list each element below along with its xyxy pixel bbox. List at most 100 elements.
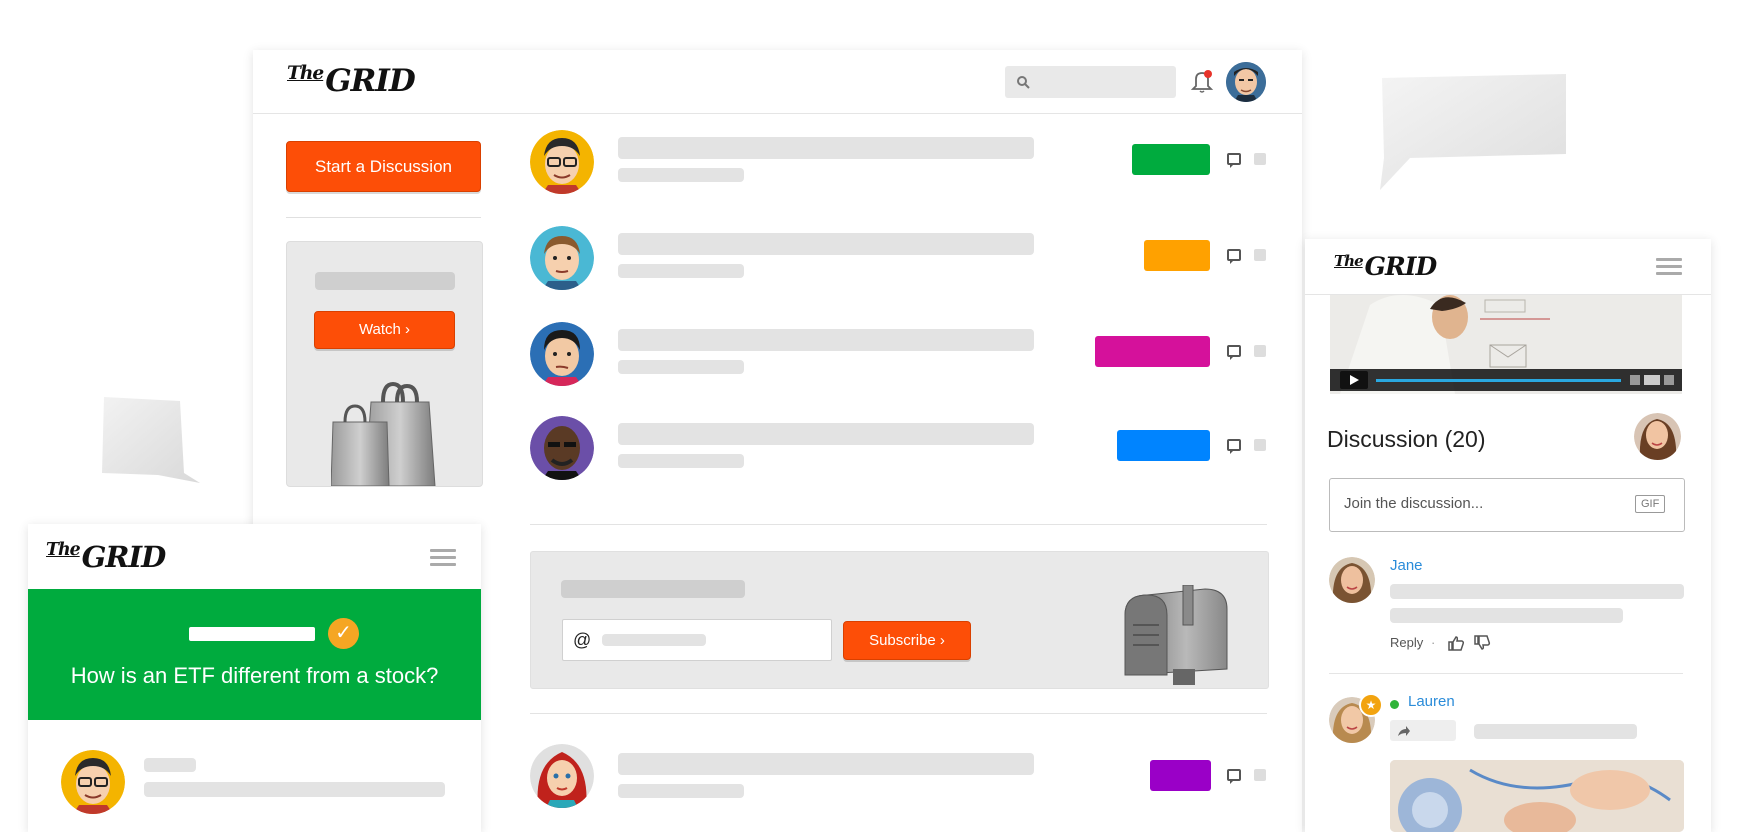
- comment: ★ Lauren: [1329, 693, 1684, 832]
- avatar: [530, 322, 594, 386]
- sidebar-divider: [286, 217, 481, 218]
- email-field[interactable]: @: [562, 619, 832, 661]
- at-icon: @: [573, 630, 592, 650]
- comment-line-placeholder: [1474, 724, 1637, 739]
- search-icon: [1017, 76, 1030, 89]
- right-window: TheGRID Discussion (20) Join the discuss…: [1305, 239, 1711, 832]
- answer-author-placeholder: [144, 758, 196, 772]
- comment-count-placeholder: [1254, 769, 1266, 781]
- comment-count-placeholder: [1254, 345, 1266, 357]
- comment-line-placeholder: [1390, 584, 1684, 599]
- watch-card-title-placeholder: [315, 272, 455, 290]
- meta-placeholder: [618, 264, 744, 278]
- reply-separator: ·: [1431, 635, 1436, 650]
- join-placeholder: Join the discussion...: [1344, 495, 1484, 512]
- decorative-speech-bubble-large: [1370, 72, 1570, 192]
- thumbs-up-icon[interactable]: [1447, 635, 1465, 651]
- comment-author[interactable]: Jane: [1390, 557, 1423, 574]
- avatar: [530, 416, 594, 480]
- list-item[interactable]: [530, 414, 1268, 484]
- menu-icon[interactable]: [430, 549, 456, 567]
- bell-icon[interactable]: [1190, 68, 1214, 94]
- play-icon[interactable]: [1340, 371, 1368, 389]
- comment-icon[interactable]: [1227, 439, 1241, 454]
- user-avatar[interactable]: [1226, 62, 1266, 102]
- question-banner: ✓ How is an ETF different from a stock?: [28, 589, 481, 720]
- comment-count-placeholder: [1254, 249, 1266, 261]
- list-divider: [530, 713, 1267, 714]
- share-chip[interactable]: [1390, 720, 1456, 741]
- main-header: TheGRID: [253, 50, 1302, 114]
- category-tag[interactable]: [1117, 430, 1210, 461]
- category-tag[interactable]: [1132, 144, 1210, 175]
- search-input[interactable]: [1005, 66, 1176, 98]
- question-title[interactable]: How is an ETF different from a stock?: [28, 663, 481, 689]
- menu-icon[interactable]: [1656, 258, 1682, 276]
- comment-icon[interactable]: [1227, 153, 1241, 168]
- list-item[interactable]: [530, 320, 1268, 390]
- current-user-avatar[interactable]: [1634, 413, 1681, 460]
- category-tag[interactable]: [1150, 760, 1211, 791]
- newsletter-box: @ Subscribe ›: [530, 551, 1269, 689]
- avatar: [530, 130, 594, 194]
- comment-divider: [1329, 673, 1683, 674]
- discussion-list: [530, 128, 1268, 498]
- mailbox-icon: [1124, 585, 1228, 685]
- list-item[interactable]: [530, 128, 1268, 198]
- checkmark-icon: ✓: [328, 618, 359, 649]
- comment: Jane Reply ·: [1329, 557, 1684, 667]
- comment-line-placeholder: [1390, 608, 1623, 623]
- title-placeholder: [618, 329, 1034, 351]
- decorative-speech-bubble-small: [98, 395, 203, 485]
- meta-placeholder: [618, 168, 744, 182]
- list-item[interactable]: [530, 224, 1268, 294]
- discussion-title: Discussion (20): [1327, 426, 1486, 452]
- shopping-bags-icon: [331, 382, 436, 486]
- comment-icon[interactable]: [1227, 769, 1241, 784]
- avatar: [530, 226, 594, 290]
- subscribe-button[interactable]: Subscribe ›: [843, 621, 971, 660]
- answer-line-placeholder: [144, 782, 445, 797]
- star-badge-icon: ★: [1359, 693, 1383, 717]
- share-icon: [1398, 726, 1410, 736]
- main-logo[interactable]: TheGRID: [287, 63, 416, 99]
- comment-icon[interactable]: [1227, 249, 1241, 264]
- meta-placeholder: [618, 784, 744, 798]
- email-placeholder: [602, 634, 706, 646]
- avatar: [1329, 557, 1375, 603]
- comment-count-placeholder: [1254, 153, 1266, 165]
- list-item[interactable]: [530, 744, 1268, 814]
- newsletter-title-placeholder: [561, 580, 745, 598]
- avatar: [61, 750, 125, 814]
- meta-placeholder: [618, 454, 744, 468]
- title-placeholder: [618, 753, 1034, 775]
- title-placeholder: [618, 137, 1034, 159]
- online-status-dot: [1390, 700, 1399, 709]
- join-discussion-input[interactable]: Join the discussion... GIF: [1329, 478, 1685, 532]
- comment-count-placeholder: [1254, 439, 1266, 451]
- reply-link[interactable]: Reply: [1390, 635, 1423, 650]
- gif-button[interactable]: GIF: [1635, 495, 1666, 513]
- left-logo[interactable]: TheGRID: [46, 540, 166, 574]
- thumbs-down-icon[interactable]: [1473, 635, 1491, 651]
- category-tag[interactable]: [1144, 240, 1210, 271]
- right-header: TheGRID: [1305, 239, 1711, 295]
- category-tag[interactable]: [1095, 336, 1210, 367]
- video-controls-icons[interactable]: [1630, 375, 1674, 385]
- banner-label-placeholder: [189, 627, 315, 641]
- left-header: TheGRID: [28, 524, 481, 588]
- start-discussion-button[interactable]: Start a Discussion: [286, 141, 481, 192]
- list-divider: [530, 524, 1267, 525]
- watch-card: Watch ›: [286, 241, 483, 487]
- comment-image[interactable]: [1390, 760, 1684, 832]
- video-progress-bar[interactable]: [1376, 379, 1621, 382]
- title-placeholder: [618, 423, 1034, 445]
- comment-author[interactable]: Lauren: [1408, 693, 1455, 710]
- meta-placeholder: [618, 360, 744, 374]
- right-logo[interactable]: TheGRID: [1334, 252, 1437, 281]
- watch-button[interactable]: Watch ›: [314, 311, 455, 349]
- video-player[interactable]: [1330, 295, 1682, 394]
- title-placeholder: [618, 233, 1034, 255]
- comment-icon[interactable]: [1227, 345, 1241, 360]
- avatar: [530, 744, 594, 808]
